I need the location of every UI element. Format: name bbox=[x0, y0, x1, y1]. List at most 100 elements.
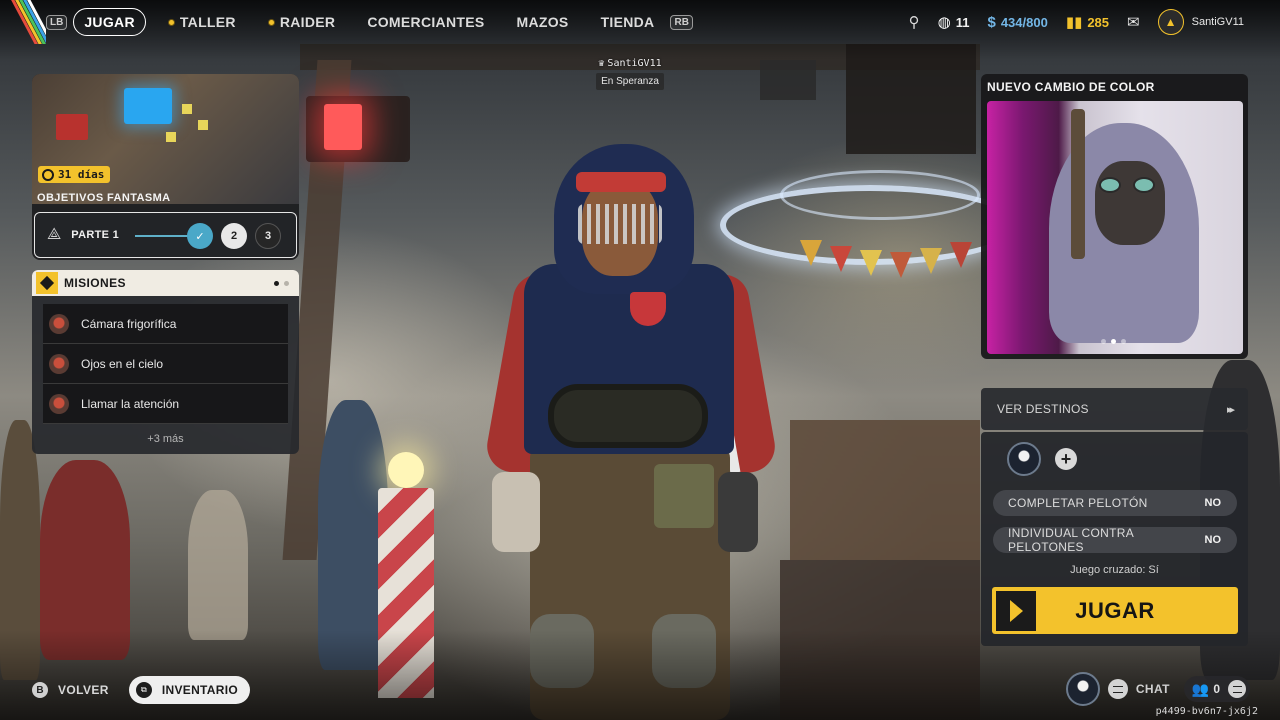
nav-tab-tienda[interactable]: TIENDA bbox=[585, 8, 671, 36]
days-remaining: 31 días bbox=[58, 168, 105, 181]
bottom-left-controls: B VOLVER ⧉ INVENTARIO bbox=[32, 676, 250, 704]
ghost-objectives-thumbnail bbox=[32, 74, 299, 204]
goggle-lens bbox=[1099, 177, 1121, 193]
triangle-icon: ⟁ bbox=[47, 226, 62, 243]
nav-tab-label: JUGAR bbox=[84, 14, 135, 30]
level-up-avatar-icon: ▲ bbox=[1157, 9, 1184, 35]
missions-pager[interactable] bbox=[274, 280, 289, 286]
squad-member-avatar[interactable] bbox=[1007, 442, 1041, 476]
bg-npc bbox=[188, 490, 248, 640]
pennant bbox=[800, 240, 822, 266]
nav-tab-taller[interactable]: TALLER bbox=[152, 8, 252, 36]
missions-panel: MISIONES Cámara frigorífica Ojos en el c… bbox=[32, 270, 299, 454]
chat-label[interactable]: CHAT bbox=[1136, 682, 1170, 696]
nameplate-name: SantiGV11 bbox=[607, 58, 662, 69]
thumbnail-tv bbox=[124, 88, 172, 124]
rainbow-stripes-logo bbox=[0, 0, 46, 44]
nav-tab-raider[interactable]: RAIDER bbox=[252, 8, 351, 36]
character-headband bbox=[576, 172, 666, 192]
pennant bbox=[830, 246, 852, 272]
character-glove bbox=[492, 472, 540, 552]
stopwatch-icon bbox=[42, 168, 54, 181]
mission-label: Llamar la atención bbox=[81, 396, 180, 411]
friends-widget[interactable]: 👥 0 bbox=[1183, 676, 1250, 702]
nameplate-name-row: ♛ SantiGV11 bbox=[590, 58, 670, 69]
mission-item[interactable]: Cámara frigorífica bbox=[43, 304, 288, 344]
view-destinations-button[interactable]: VER DESTINOS ▸▸ bbox=[981, 388, 1248, 430]
option-label: INDIVIDUAL CONTRA PELOTONES bbox=[1008, 526, 1134, 554]
nav-tab-jugar[interactable]: JUGAR bbox=[73, 8, 146, 36]
mission-label: Ojos en el cielo bbox=[81, 356, 164, 371]
character-glove bbox=[718, 472, 758, 552]
player-avatar[interactable] bbox=[1065, 672, 1100, 706]
thumbnail-note bbox=[198, 120, 208, 130]
nameplate-location: En Speranza bbox=[596, 73, 664, 90]
camera-box bbox=[760, 60, 816, 100]
days-remaining-badge: 31 días bbox=[38, 166, 111, 183]
objective-progress[interactable]: ⟁ PARTE 1 ✓ 2 3 bbox=[34, 212, 297, 258]
rb-bumper-icon[interactable]: RB bbox=[670, 14, 693, 30]
profile-chip[interactable]: ▲ SantiGV11 bbox=[1157, 9, 1280, 35]
carousel-dot-active bbox=[1111, 339, 1116, 344]
token-amount: 11 bbox=[955, 14, 970, 30]
mission-item[interactable]: Ojos en el cielo bbox=[43, 344, 288, 384]
pennant bbox=[920, 248, 942, 274]
nav-tab-label: MAZOS bbox=[516, 14, 569, 30]
view-button-icon: ⧉ bbox=[135, 682, 152, 698]
step-next: 3 bbox=[255, 223, 281, 249]
bollard-light bbox=[388, 452, 424, 488]
inventory-label: INVENTARIO bbox=[161, 683, 238, 697]
notification-dot-icon bbox=[167, 18, 175, 26]
pager-dot-active bbox=[274, 280, 279, 286]
signal-lamp bbox=[324, 104, 362, 150]
promo-carousel-dots[interactable] bbox=[1101, 339, 1126, 344]
add-squad-member-plus-icon[interactable]: + bbox=[1055, 448, 1077, 470]
thumbnail-crate bbox=[56, 114, 88, 140]
carousel-dot bbox=[1101, 339, 1106, 344]
mission-target-icon bbox=[49, 313, 69, 334]
pennant bbox=[860, 250, 882, 276]
nav-tab-comerciantes[interactable]: COMERCIANTES bbox=[351, 8, 500, 36]
crown-icon: ♛ bbox=[598, 58, 605, 69]
mission-diamond-icon bbox=[36, 272, 58, 294]
back-button[interactable]: VOLVER bbox=[58, 683, 109, 697]
option-label: COMPLETAR PELOTÓN bbox=[1008, 496, 1148, 510]
part-label: PARTE 1 bbox=[71, 229, 120, 241]
carousel-dot bbox=[1121, 339, 1126, 344]
play-button[interactable]: JUGAR bbox=[992, 587, 1238, 634]
nav-tab-mazos[interactable]: MAZOS bbox=[501, 8, 585, 36]
arrow-sign bbox=[846, 44, 976, 154]
promo-character-mask bbox=[1095, 161, 1165, 245]
mission-label: Cámara frigorífica bbox=[81, 316, 177, 331]
friends-icon: 👥 bbox=[1191, 680, 1210, 697]
credit-currency: $ 434/800 bbox=[987, 15, 1047, 30]
missions-header: MISIONES bbox=[32, 270, 299, 296]
more-missions-link[interactable]: +3 más bbox=[43, 433, 288, 445]
mission-target-icon bbox=[49, 393, 69, 414]
notification-dot-icon bbox=[267, 18, 275, 26]
ghost-objectives-card[interactable]: 31 días OBJETIVOS FANTASMA ⟁ PARTE 1 ✓ 2… bbox=[32, 74, 299, 260]
color-swap-promo[interactable]: NUEVO CAMBIO DE COLOR bbox=[981, 74, 1248, 359]
mission-item[interactable]: Llamar la atención bbox=[43, 384, 288, 424]
player-nameplate: ♛ SantiGV11 En Speranza bbox=[590, 58, 670, 90]
goggle-lens bbox=[1133, 177, 1155, 193]
inventory-button[interactable]: ⧉ INVENTARIO bbox=[128, 676, 250, 704]
menu-button-icon[interactable] bbox=[1228, 680, 1246, 698]
fill-squad-toggle[interactable]: COMPLETAR PELOTÓN NO bbox=[993, 490, 1237, 516]
mail-button[interactable]: ✉ bbox=[1127, 15, 1140, 30]
token-icon: ◍ bbox=[937, 13, 951, 31]
bar-counter bbox=[790, 420, 980, 560]
pager-dot bbox=[284, 280, 289, 286]
b-button-icon: B bbox=[32, 682, 48, 698]
main-nav: LB JUGAR TALLER RAIDER COMERCIANTES MAZO… bbox=[46, 8, 693, 36]
nav-tab-label: TIENDA bbox=[600, 14, 655, 30]
option-value: NO bbox=[1204, 534, 1222, 546]
party-status[interactable]: ⚲ bbox=[909, 15, 920, 30]
nav-tab-label: TALLER bbox=[179, 14, 236, 30]
promo-character-weapon bbox=[1071, 109, 1085, 259]
lb-bumper-icon[interactable]: LB bbox=[46, 14, 68, 30]
solo-vs-squads-toggle[interactable]: INDIVIDUAL CONTRA PELOTONES NO bbox=[993, 526, 1237, 554]
mission-target-icon bbox=[49, 353, 69, 374]
chat-button-icon[interactable] bbox=[1107, 679, 1128, 699]
matchmaking-panel: + COMPLETAR PELOTÓN NO INDIVIDUAL CONTRA… bbox=[981, 432, 1248, 646]
